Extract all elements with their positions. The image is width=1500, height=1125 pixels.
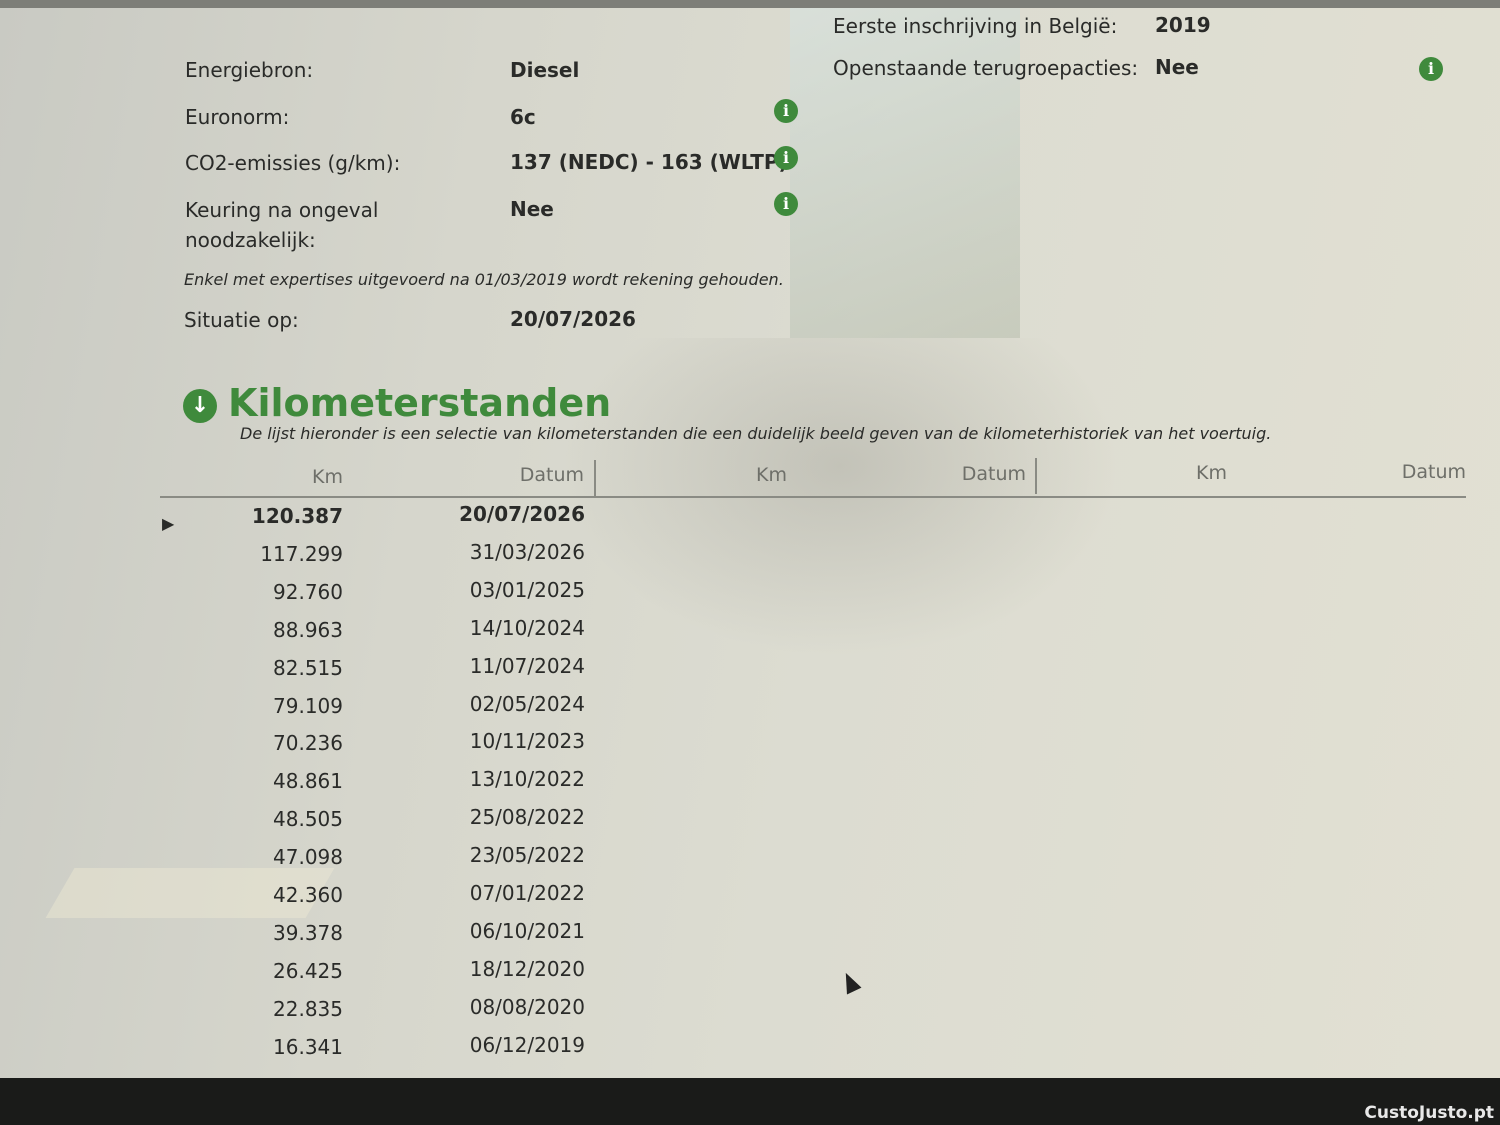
km-value: 39.378	[273, 920, 343, 945]
datum-value: 08/08/2020	[469, 994, 585, 1019]
expertise-note: Enkel met expertises uitgevoerd na 01/03…	[184, 270, 784, 289]
mouse-cursor-icon	[838, 969, 862, 995]
km-value: 48.505	[273, 807, 343, 832]
datum-value: 31/03/2026	[469, 539, 585, 564]
km-value: 92.760	[273, 579, 343, 604]
section-subtitle: De lijst hieronder is een selectie van k…	[240, 424, 1272, 443]
screen: Energiebron: Diesel Euronorm: 6c i CO2-e…	[0, 8, 1500, 1078]
km-value: 48.861	[273, 769, 343, 794]
watermark: CustoJusto.pt	[1364, 1103, 1494, 1123]
km-value: 82.515	[273, 655, 343, 680]
column-header-datum[interactable]: Datum	[440, 464, 584, 486]
co2-label: CO2-emissies (g/km):	[185, 151, 401, 175]
datum-value: 11/07/2024	[469, 653, 585, 678]
arrow-down-circle-icon[interactable]: ↓	[183, 389, 217, 423]
datum-value: 18/12/2020	[469, 956, 585, 981]
column-divider	[594, 460, 596, 496]
situatie-label: Situatie op:	[184, 308, 299, 332]
energiebron-label: Energiebron:	[185, 58, 314, 82]
datum-value: 06/12/2019	[469, 1032, 585, 1057]
keuring-label-line2: noodzakelijk:	[185, 228, 316, 252]
km-value: 47.098	[273, 845, 343, 870]
column-header-km[interactable]: Km	[230, 466, 343, 488]
energiebron-value: Diesel	[510, 58, 580, 82]
screen-top-edge	[0, 0, 1500, 8]
info-icon[interactable]: i	[1419, 57, 1443, 81]
info-icon[interactable]: i	[774, 99, 798, 123]
euronorm-value: 6c	[510, 105, 536, 129]
datum-value: 23/05/2022	[469, 843, 585, 868]
datum-value: 10/11/2023	[469, 729, 585, 754]
km-value: 70.236	[273, 731, 343, 756]
km-value: 117.299	[260, 541, 343, 566]
km-value: 88.963	[273, 617, 343, 642]
datum-value: 06/10/2021	[469, 918, 585, 943]
km-value: 42.360	[273, 883, 343, 907]
triangle-right-icon: ▶	[162, 514, 175, 533]
km-value: 22.835	[273, 996, 343, 1021]
datum-value: 02/05/2024	[469, 691, 585, 716]
eerste-inschrijving-value: 2019	[1155, 13, 1211, 37]
column-header-km-3[interactable]: Km	[1115, 462, 1227, 484]
co2-value: 137 (NEDC) - 163 (WLTP)	[510, 150, 788, 174]
km-value: 16.341	[273, 1034, 343, 1059]
shadow-reflection	[560, 338, 1120, 658]
euronorm-label: Euronorm:	[185, 105, 290, 129]
datum-value: 07/01/2022	[469, 881, 585, 905]
keuring-value: Nee	[510, 197, 554, 221]
screen-bezel	[0, 1078, 1500, 1125]
km-value: 26.425	[273, 958, 343, 983]
km-value: 120.387	[251, 504, 343, 528]
datum-value: 25/08/2022	[469, 805, 585, 830]
column-divider	[1035, 458, 1037, 494]
situatie-value: 20/07/2026	[510, 307, 636, 331]
datum-value: 13/10/2022	[469, 767, 585, 792]
datum-value: 14/10/2024	[469, 615, 585, 640]
datum-value: 20/07/2026	[459, 502, 585, 526]
table-header-line	[160, 496, 1466, 498]
info-icon[interactable]: i	[774, 146, 798, 170]
column-header-datum-3[interactable]: Datum	[1330, 461, 1466, 483]
column-header-km-2[interactable]: Km	[675, 464, 787, 486]
section-title: Kilometerstanden	[228, 381, 612, 425]
km-value: 79.109	[273, 693, 343, 718]
info-icon[interactable]: i	[774, 192, 798, 216]
datum-value: 03/01/2025	[469, 577, 585, 602]
eerste-inschrijving-label: Eerste inschrijving in België:	[833, 14, 1118, 38]
terugroepacties-value: Nee	[1155, 55, 1199, 79]
terugroepacties-label: Openstaande terugroepacties:	[833, 56, 1139, 80]
keuring-label: Keuring na ongeval	[185, 198, 379, 222]
column-header-datum-2[interactable]: Datum	[880, 463, 1026, 485]
